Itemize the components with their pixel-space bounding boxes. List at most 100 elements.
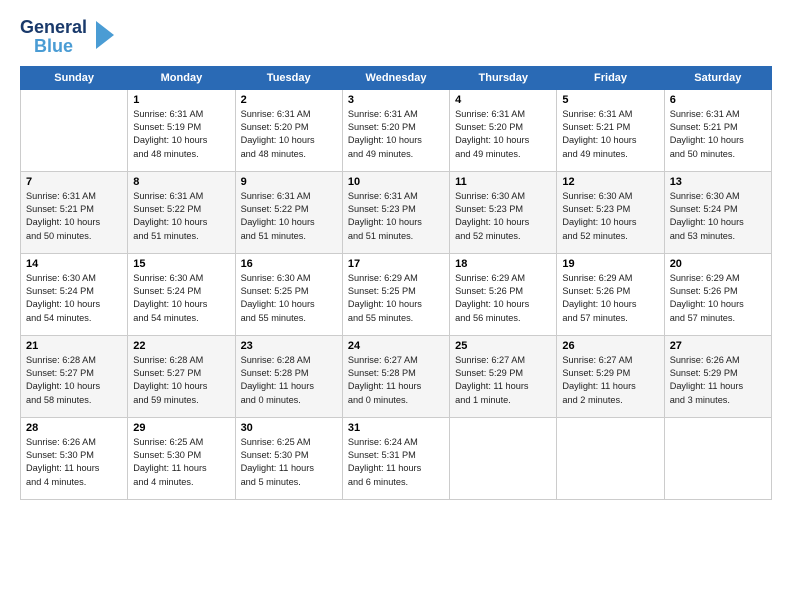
week-row-5: 28 Sunrise: 6:26 AMSunset: 5:30 PMDayligh…: [21, 417, 772, 499]
day-info: Sunrise: 6:29 AMSunset: 5:26 PMDaylight:…: [670, 272, 766, 325]
day-info: Sunrise: 6:28 AMSunset: 5:27 PMDaylight:…: [26, 354, 122, 407]
day-number: 5: [562, 94, 658, 106]
calendar-cell: 12 Sunrise: 6:30 AMSunset: 5:23 PMDayligh…: [557, 171, 664, 253]
calendar-cell: 16 Sunrise: 6:30 AMSunset: 5:25 PMDayligh…: [235, 253, 342, 335]
calendar-cell: 21 Sunrise: 6:28 AMSunset: 5:27 PMDayligh…: [21, 335, 128, 417]
day-number: 14: [26, 258, 122, 270]
calendar-cell: 7 Sunrise: 6:31 AMSunset: 5:21 PMDaylight…: [21, 171, 128, 253]
calendar-cell: 22 Sunrise: 6:28 AMSunset: 5:27 PMDayligh…: [128, 335, 235, 417]
header-friday: Friday: [557, 66, 664, 89]
calendar-cell: 3Sunrise: 6:31 AMSunset: 5:20 PMDaylight…: [342, 89, 449, 171]
day-number: 24: [348, 340, 444, 352]
calendar-cell: 18 Sunrise: 6:29 AMSunset: 5:26 PMDayligh…: [450, 253, 557, 335]
day-number: 28: [26, 422, 122, 434]
day-info: Sunrise: 6:31 AMSunset: 5:21 PMDaylight:…: [670, 108, 766, 161]
page: General Blue SundayMondayTuesdayWednesda…: [0, 0, 792, 612]
calendar-cell: 5 Sunrise: 6:31 AMSunset: 5:21 PMDaylight…: [557, 89, 664, 171]
logo-icon: [92, 21, 114, 49]
header-sunday: Sunday: [21, 66, 128, 89]
day-number: 12: [562, 176, 658, 188]
day-info: Sunrise: 6:30 AMSunset: 5:24 PMDaylight:…: [133, 272, 229, 325]
header-saturday: Saturday: [664, 66, 771, 89]
day-info: Sunrise: 6:30 AMSunset: 5:23 PMDaylight:…: [455, 190, 551, 243]
day-info: Sunrise: 6:25 AMSunset: 5:30 PMDaylight:…: [241, 436, 337, 489]
header-row: SundayMondayTuesdayWednesdayThursdayFrid…: [21, 66, 772, 89]
day-info: Sunrise: 6:30 AMSunset: 5:24 PMDaylight:…: [670, 190, 766, 243]
day-number: 20: [670, 258, 766, 270]
day-info: Sunrise: 6:26 AMSunset: 5:29 PMDaylight:…: [670, 354, 766, 407]
day-info: Sunrise: 6:31 AMSunset: 5:22 PMDaylight:…: [133, 190, 229, 243]
day-info: Sunrise: 6:29 AMSunset: 5:26 PMDaylight:…: [455, 272, 551, 325]
calendar-cell: 6Sunrise: 6:31 AMSunset: 5:21 PMDaylight…: [664, 89, 771, 171]
day-number: 31: [348, 422, 444, 434]
calendar-cell: 19 Sunrise: 6:29 AMSunset: 5:26 PMDayligh…: [557, 253, 664, 335]
day-number: 29: [133, 422, 229, 434]
calendar-cell: 23Sunrise: 6:28 AMSunset: 5:28 PMDayligh…: [235, 335, 342, 417]
day-number: 11: [455, 176, 551, 188]
day-info: Sunrise: 6:31 AMSunset: 5:22 PMDaylight:…: [241, 190, 337, 243]
day-number: 25: [455, 340, 551, 352]
header: General Blue: [20, 18, 772, 56]
week-row-3: 14 Sunrise: 6:30 AMSunset: 5:24 PMDayligh…: [21, 253, 772, 335]
logo-general: General: [20, 18, 87, 37]
day-number: 13: [670, 176, 766, 188]
day-number: 27: [670, 340, 766, 352]
calendar-cell: 25 Sunrise: 6:27 AMSunset: 5:29 PMDayligh…: [450, 335, 557, 417]
calendar-cell: 15 Sunrise: 6:30 AMSunset: 5:24 PMDayligh…: [128, 253, 235, 335]
calendar-cell: 20 Sunrise: 6:29 AMSunset: 5:26 PMDayligh…: [664, 253, 771, 335]
day-info: Sunrise: 6:31 AMSunset: 5:21 PMDaylight:…: [26, 190, 122, 243]
calendar-cell: 10Sunrise: 6:31 AMSunset: 5:23 PMDayligh…: [342, 171, 449, 253]
calendar-cell: [557, 417, 664, 499]
logo: General Blue: [20, 18, 114, 56]
day-info: Sunrise: 6:25 AMSunset: 5:30 PMDaylight:…: [133, 436, 229, 489]
day-info: Sunrise: 6:28 AMSunset: 5:27 PMDaylight:…: [133, 354, 229, 407]
calendar-body: 1 Sunrise: 6:31 AMSunset: 5:19 PMDaylight…: [21, 89, 772, 499]
day-number: 18: [455, 258, 551, 270]
week-row-1: 1 Sunrise: 6:31 AMSunset: 5:19 PMDaylight…: [21, 89, 772, 171]
calendar-cell: 28 Sunrise: 6:26 AMSunset: 5:30 PMDayligh…: [21, 417, 128, 499]
day-info: Sunrise: 6:27 AMSunset: 5:29 PMDaylight:…: [562, 354, 658, 407]
day-info: Sunrise: 6:26 AMSunset: 5:30 PMDaylight:…: [26, 436, 122, 489]
calendar-cell: 8 Sunrise: 6:31 AMSunset: 5:22 PMDaylight…: [128, 171, 235, 253]
day-number: 26: [562, 340, 658, 352]
day-info: Sunrise: 6:31 AMSunset: 5:19 PMDaylight:…: [133, 108, 229, 161]
calendar-cell: 1 Sunrise: 6:31 AMSunset: 5:19 PMDaylight…: [128, 89, 235, 171]
calendar-cell: 24 Sunrise: 6:27 AMSunset: 5:28 PMDayligh…: [342, 335, 449, 417]
day-info: Sunrise: 6:27 AMSunset: 5:28 PMDaylight:…: [348, 354, 444, 407]
day-info: Sunrise: 6:31 AMSunset: 5:20 PMDaylight:…: [241, 108, 337, 161]
day-number: 22: [133, 340, 229, 352]
calendar-cell: 27 Sunrise: 6:26 AMSunset: 5:29 PMDayligh…: [664, 335, 771, 417]
day-number: 7: [26, 176, 122, 188]
calendar-cell: 26 Sunrise: 6:27 AMSunset: 5:29 PMDayligh…: [557, 335, 664, 417]
day-number: 21: [26, 340, 122, 352]
day-number: 16: [241, 258, 337, 270]
day-number: 9: [241, 176, 337, 188]
calendar-cell: 11 Sunrise: 6:30 AMSunset: 5:23 PMDayligh…: [450, 171, 557, 253]
calendar-cell: 13 Sunrise: 6:30 AMSunset: 5:24 PMDayligh…: [664, 171, 771, 253]
day-number: 19: [562, 258, 658, 270]
calendar-cell: [664, 417, 771, 499]
calendar-cell: 9 Sunrise: 6:31 AMSunset: 5:22 PMDaylight…: [235, 171, 342, 253]
day-info: Sunrise: 6:29 AMSunset: 5:25 PMDaylight:…: [348, 272, 444, 325]
day-number: 1: [133, 94, 229, 106]
day-info: Sunrise: 6:30 AMSunset: 5:23 PMDaylight:…: [562, 190, 658, 243]
day-info: Sunrise: 6:30 AMSunset: 5:25 PMDaylight:…: [241, 272, 337, 325]
day-info: Sunrise: 6:30 AMSunset: 5:24 PMDaylight:…: [26, 272, 122, 325]
day-info: Sunrise: 6:31 AMSunset: 5:21 PMDaylight:…: [562, 108, 658, 161]
day-info: Sunrise: 6:31 AMSunset: 5:20 PMDaylight:…: [348, 108, 444, 161]
calendar-cell: 4 Sunrise: 6:31 AMSunset: 5:20 PMDaylight…: [450, 89, 557, 171]
day-number: 8: [133, 176, 229, 188]
day-info: Sunrise: 6:24 AMSunset: 5:31 PMDaylight:…: [348, 436, 444, 489]
header-monday: Monday: [128, 66, 235, 89]
day-number: 2: [241, 94, 337, 106]
week-row-4: 21 Sunrise: 6:28 AMSunset: 5:27 PMDayligh…: [21, 335, 772, 417]
day-info: Sunrise: 6:31 AMSunset: 5:20 PMDaylight:…: [455, 108, 551, 161]
calendar-cell: [450, 417, 557, 499]
day-number: 15: [133, 258, 229, 270]
day-info: Sunrise: 6:27 AMSunset: 5:29 PMDaylight:…: [455, 354, 551, 407]
header-thursday: Thursday: [450, 66, 557, 89]
day-info: Sunrise: 6:31 AMSunset: 5:23 PMDaylight:…: [348, 190, 444, 243]
day-number: 4: [455, 94, 551, 106]
day-info: Sunrise: 6:29 AMSunset: 5:26 PMDaylight:…: [562, 272, 658, 325]
week-row-2: 7 Sunrise: 6:31 AMSunset: 5:21 PMDaylight…: [21, 171, 772, 253]
